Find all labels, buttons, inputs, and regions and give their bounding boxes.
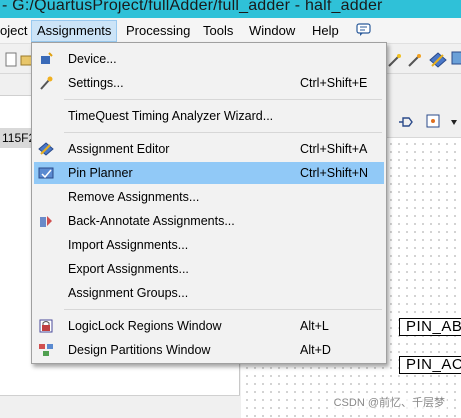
menu-item-label: Back-Annotate Assignments... xyxy=(68,214,235,228)
menu-item-label: TimeQuest Timing Analyzer Wizard... xyxy=(68,109,274,123)
title-bar: - G:/QuartusProject/fullAdder/full_adder… xyxy=(0,0,461,18)
menu-item-shortcut: Ctrl+Shift+N xyxy=(300,166,369,180)
menu-item-shortcut: Ctrl+Shift+E xyxy=(300,76,368,90)
menu-item-label: Assignment Groups... xyxy=(68,286,189,300)
symbol-tool-icon[interactable] xyxy=(424,112,444,132)
menu-item-label: LogicLock Regions Window xyxy=(68,319,222,333)
settings-wand-icon[interactable] xyxy=(407,52,423,68)
menu-separator xyxy=(64,309,382,310)
menu-project[interactable]: oject xyxy=(0,20,32,42)
menu-processing[interactable]: Processing xyxy=(121,20,195,42)
menu-item-assignment-editor[interactable]: Assignment Editor Ctrl+Shift+A xyxy=(34,138,384,160)
horizontal-scrollbar[interactable] xyxy=(0,395,240,418)
menu-item-pin-planner[interactable]: Pin Planner Ctrl+Shift+N xyxy=(34,162,384,184)
menu-help[interactable]: Help xyxy=(307,20,344,42)
menu-item-import-assignments[interactable]: Import Assignments... xyxy=(34,234,384,256)
pin-ac[interactable]: PIN_AC xyxy=(399,356,461,374)
menu-item-label: Import Assignments... xyxy=(68,238,189,252)
menu-bar: oject Assignments Processing Tools Windo… xyxy=(0,18,461,44)
menu-item-label: Export Assignments... xyxy=(68,262,189,276)
menu-item-label: Pin Planner xyxy=(68,166,133,180)
assignments-menu: Device... Settings... Ctrl+Shift+E TimeQ… xyxy=(31,42,387,364)
menu-item-label: Remove Assignments... xyxy=(68,190,200,204)
pin-planner-icon[interactable] xyxy=(450,50,461,66)
menu-item-label: Settings... xyxy=(68,76,124,90)
menu-item-assignment-groups[interactable]: Assignment Groups... xyxy=(34,282,384,304)
pin-planner-icon xyxy=(38,165,54,181)
pin-ab[interactable]: PIN_AB xyxy=(399,318,461,336)
design-partitions-icon xyxy=(38,342,54,358)
pin-tool-icon[interactable] xyxy=(398,114,414,130)
compile-wand-icon[interactable] xyxy=(387,52,403,68)
menu-window[interactable]: Window xyxy=(244,20,300,42)
menu-item-logiclock-regions[interactable]: LogicLock Regions Window Alt+L xyxy=(34,315,384,337)
window-title: - G:/QuartusProject/fullAdder/full_adder… xyxy=(2,0,383,14)
assignment-editor-icon[interactable] xyxy=(428,50,448,70)
menu-item-design-partitions[interactable]: Design Partitions Window Alt+D xyxy=(34,339,384,361)
menu-item-label: Design Partitions Window xyxy=(68,343,211,357)
new-file-icon[interactable] xyxy=(4,52,20,68)
dropdown-arrow-icon[interactable] xyxy=(449,116,459,128)
settings-wand-icon xyxy=(38,75,54,91)
menu-item-shortcut: Ctrl+Shift+A xyxy=(300,142,368,156)
menu-item-timequest-wizard[interactable]: TimeQuest Timing Analyzer Wizard... xyxy=(34,105,384,127)
whats-this-icon[interactable] xyxy=(356,22,372,41)
menu-separator xyxy=(64,99,382,100)
watermark: CSDN @前忆、千层梦 xyxy=(331,394,447,410)
menu-item-remove-assignments[interactable]: Remove Assignments... xyxy=(34,186,384,208)
back-annotate-icon xyxy=(38,213,54,229)
menu-item-shortcut: Alt+L xyxy=(300,319,329,333)
assignment-editor-icon xyxy=(38,141,54,157)
menu-tools[interactable]: Tools xyxy=(198,20,238,42)
menu-item-device[interactable]: Device... xyxy=(34,48,384,70)
device-chip-icon xyxy=(38,51,54,67)
menu-item-shortcut: Alt+D xyxy=(300,343,331,357)
menu-item-export-assignments[interactable]: Export Assignments... xyxy=(34,258,384,280)
menu-item-label: Device... xyxy=(68,52,117,66)
menu-item-back-annotate[interactable]: Back-Annotate Assignments... xyxy=(34,210,384,232)
menu-separator xyxy=(64,132,382,133)
menu-item-settings[interactable]: Settings... Ctrl+Shift+E xyxy=(34,72,384,94)
menu-item-label: Assignment Editor xyxy=(68,142,170,156)
logiclock-icon xyxy=(38,318,54,334)
menu-assignments[interactable]: Assignments xyxy=(31,20,118,42)
